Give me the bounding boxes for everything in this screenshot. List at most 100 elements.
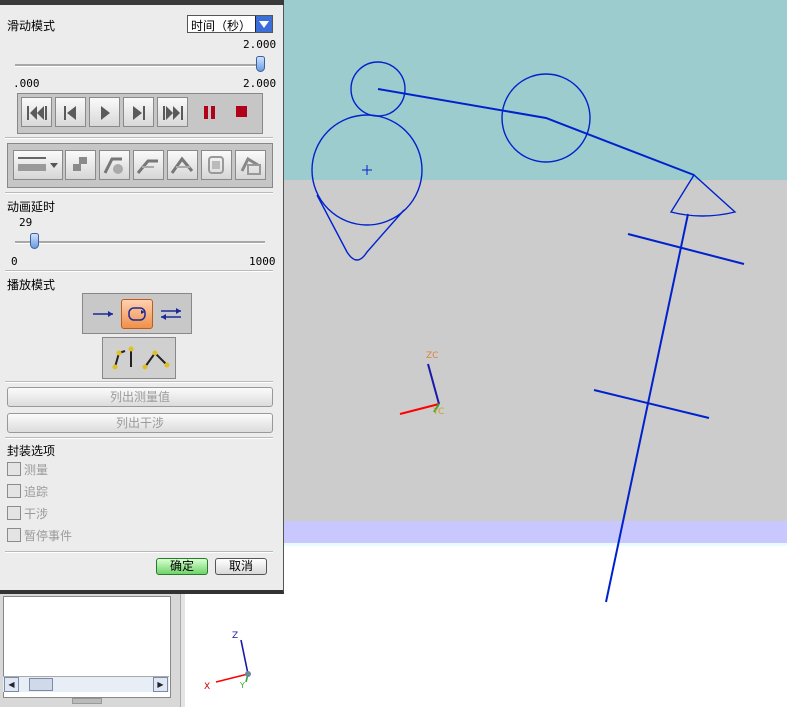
step-forward-button[interactable] [123, 97, 154, 127]
animation-dialog: 滑动模式 时间（秒） 2.000 .000 2.000 动画延时 29 0 10… [0, 0, 284, 594]
scroll-left-icon[interactable]: ◀ [4, 677, 19, 692]
dialog-title-strip [0, 0, 284, 5]
pane-splitter[interactable] [72, 698, 102, 704]
play-once-icon [93, 311, 113, 317]
stop-icon [236, 106, 247, 117]
checkbox[interactable] [7, 484, 21, 498]
separator [5, 437, 273, 439]
first-frame-icon [27, 106, 47, 120]
measure-dropdown-button[interactable] [13, 150, 63, 180]
separator [5, 551, 273, 553]
stop-button[interactable] [228, 97, 258, 127]
option-label: 暂停事件 [24, 529, 73, 543]
step-forward-icon [133, 106, 145, 120]
play-once-button[interactable] [87, 299, 119, 329]
scroll-right-icon[interactable]: ▶ [153, 677, 168, 692]
measure-dropdown-icon [18, 157, 58, 171]
wcs-indicator: ZC YC [399, 351, 444, 417]
option-label: 追踪 [24, 485, 49, 499]
triad-z-label: Z [232, 631, 238, 641]
delay-max-label: 1000 [249, 255, 276, 268]
cross-arm-upper [627, 233, 745, 265]
time-max-label: 2.000 [243, 77, 277, 90]
play-button[interactable] [89, 97, 120, 127]
separator [5, 381, 273, 383]
animation-delay-value: 29 [19, 216, 33, 229]
linkage-interference-icon [170, 156, 194, 174]
first-frame-button[interactable] [21, 97, 52, 127]
list-interference-button[interactable]: 列出干涉 [7, 413, 273, 433]
linkage-interference-button[interactable] [167, 150, 198, 180]
cone-tip [669, 173, 737, 217]
package-options-label: 封装选项 [7, 444, 56, 458]
snapshot-icon [73, 157, 87, 171]
ok-button[interactable]: 确定 [156, 558, 208, 575]
linkage-trace-button[interactable] [99, 150, 130, 180]
list-measurements-button[interactable]: 列出测量值 [7, 387, 273, 407]
playback-mode-label: 播放模式 [7, 278, 56, 292]
mechanism-scene: ZC YC [311, 61, 745, 603]
export-animation-button[interactable] [235, 150, 266, 180]
ping-pong-button[interactable] [155, 299, 187, 329]
pause-button[interactable] [196, 97, 226, 127]
last-frame-icon [163, 106, 183, 120]
option-label: 干涉 [24, 507, 49, 521]
cancel-button[interactable]: 取消 [215, 558, 267, 575]
ping-pong-icon [161, 308, 181, 320]
option-label: 测量 [24, 463, 49, 477]
delay-slider-thumb[interactable] [30, 233, 39, 249]
cross-arm-lower [593, 389, 710, 419]
navigator-pane: ◀ ▶ [0, 590, 181, 707]
time-slider-track[interactable] [15, 64, 265, 67]
chevron-down-icon[interactable] [255, 16, 272, 32]
pane-divider[interactable] [180, 590, 185, 707]
delay-min-label: 0 [11, 255, 18, 268]
delay-slider-track[interactable] [15, 241, 265, 244]
checkbox[interactable] [7, 462, 21, 476]
play-icon [101, 106, 110, 120]
export-animation-icon [240, 156, 261, 175]
last-frame-button[interactable] [157, 97, 188, 127]
slide-mode-label: 滑动模式 [7, 19, 56, 33]
forward-linkage-button[interactable] [141, 343, 173, 373]
wcs-zc-label: ZC [426, 351, 438, 361]
step-back-button[interactable] [55, 97, 86, 127]
time-min-label: .000 [13, 77, 40, 90]
loop-icon [128, 307, 146, 321]
triad-x-label: X [204, 682, 210, 692]
separator [5, 270, 273, 272]
time-current-value: 2.000 [243, 38, 277, 51]
reverse-linkage-button[interactable] [107, 343, 139, 373]
linkage-explode-button[interactable] [133, 150, 164, 180]
animation-delay-label: 动画延时 [7, 200, 56, 214]
linkage-explode-icon [136, 159, 158, 174]
reverse-linkage-icon [112, 346, 134, 370]
linkage-arm [377, 88, 695, 176]
separator [5, 192, 273, 194]
horizontal-scrollbar[interactable]: ◀ ▶ [3, 676, 169, 692]
triad-y-label: Y [239, 681, 245, 690]
main-shaft [605, 213, 689, 603]
scroll-thumb[interactable] [29, 678, 53, 691]
slide-mode-value: 时间（秒） [191, 19, 252, 33]
envelope-icon [208, 156, 224, 174]
checkbox[interactable] [7, 506, 21, 520]
checkbox[interactable] [7, 528, 21, 542]
time-slider-thumb[interactable] [256, 56, 265, 72]
wcs-yc-label: YC [432, 407, 444, 417]
loop-button[interactable] [121, 299, 153, 329]
playback-mode-group [82, 293, 192, 334]
snapshot-button[interactable] [65, 150, 96, 180]
forward-linkage-icon [142, 350, 170, 370]
pause-icon [204, 106, 215, 119]
slide-mode-select[interactable]: 时间（秒） [187, 15, 273, 33]
graphics-viewport[interactable]: ZC YC [284, 0, 787, 707]
cone-body [316, 194, 405, 261]
tools-toolbar [7, 143, 273, 188]
envelope-button[interactable] [201, 150, 232, 180]
separator [5, 137, 273, 139]
step-back-icon [64, 106, 76, 120]
playback-toolbar [17, 93, 263, 134]
view-triad: Z X Y [204, 631, 251, 692]
linkage-direction-group [102, 337, 176, 379]
